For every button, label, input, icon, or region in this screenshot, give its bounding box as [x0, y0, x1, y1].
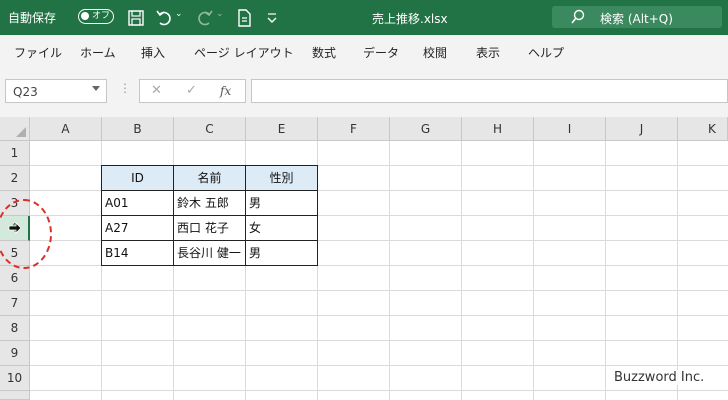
tab-data[interactable]: データ [363, 44, 399, 61]
title-bar: 自動保存 オフ ⌄ ⌄ 売上推移.xlsx 検索 (Alt+Q) [0, 0, 728, 35]
row-header-9[interactable]: 9 [0, 341, 30, 366]
gridline [30, 390, 728, 391]
name-box[interactable]: Q23 [5, 79, 107, 103]
customize-icon[interactable] [262, 8, 282, 28]
autosave-label: 自動保存 [8, 11, 57, 25]
select-all-icon [16, 127, 26, 137]
file-icon[interactable] [234, 8, 254, 28]
undo-dropdown-icon[interactable]: ⌄ [175, 9, 183, 19]
row-header-6[interactable]: 6 [0, 266, 30, 291]
toggle-knob [81, 12, 89, 20]
table-header-gender[interactable]: 性別 [245, 165, 318, 191]
formula-input[interactable] [251, 79, 728, 103]
cancel-icon[interactable]: ✕ [151, 83, 162, 98]
row-select-cursor-icon [8, 222, 22, 234]
column-header-i[interactable]: I [534, 117, 606, 141]
column-header-d[interactable]: E [246, 117, 318, 141]
table-cell[interactable]: 鈴木 五郎 [173, 190, 246, 216]
search-placeholder: 検索 (Alt+Q) [600, 12, 673, 26]
highlight-circle [0, 199, 52, 269]
column-header-k[interactable]: K [678, 117, 728, 141]
gridline [533, 141, 534, 400]
tab-view[interactable]: 表示 [476, 44, 500, 61]
insert-function-icon[interactable]: fx [220, 84, 231, 98]
column-header-h[interactable]: H [462, 117, 534, 141]
tab-formulas[interactable]: 数式 [312, 44, 336, 61]
row-header-11[interactable] [0, 391, 30, 400]
tab-review[interactable]: 校閲 [423, 44, 447, 61]
table-cell[interactable]: 男 [245, 190, 318, 216]
column-header-j[interactable]: J [606, 117, 678, 141]
column-header-a[interactable]: A [30, 117, 102, 141]
autosave-toggle-text: オフ [92, 11, 111, 21]
table-cell[interactable]: 長谷川 健一 [173, 240, 246, 266]
row-header-1[interactable]: 1 [0, 141, 30, 166]
worksheet-grid[interactable]: A B C E F G H I J K 1 2 3 4 5 6 7 8 9 10… [0, 117, 728, 400]
name-box-dropdown-icon[interactable] [92, 86, 100, 91]
tab-help[interactable]: ヘルプ [528, 44, 564, 61]
ribbon-tabs: ファイル ホーム 挿入 ページ レイアウト 数式 データ 校閲 表示 ヘルプ [0, 35, 728, 68]
table-cell[interactable]: 男 [245, 240, 318, 266]
save-icon[interactable] [126, 8, 146, 28]
gridline [30, 365, 728, 366]
table-cell[interactable]: 女 [245, 215, 318, 241]
redo-icon[interactable] [195, 8, 215, 28]
document-title: 売上推移.xlsx [372, 12, 448, 26]
redo-dropdown-icon[interactable]: ⌄ [216, 9, 224, 19]
watermark: Buzzword Inc. [610, 370, 709, 385]
row-header-10[interactable]: 10 [0, 366, 30, 391]
table-cell[interactable]: A01 [101, 190, 174, 216]
enter-icon[interactable]: ✓ [186, 83, 197, 98]
autosave-toggle[interactable]: オフ [78, 9, 114, 24]
undo-icon[interactable] [154, 8, 174, 28]
tab-insert[interactable]: 挿入 [141, 44, 165, 61]
row-header-7[interactable]: 7 [0, 291, 30, 316]
formula-bar-grip-icon: ⋮ [119, 81, 131, 95]
tab-home[interactable]: ホーム [80, 44, 116, 61]
table-cell[interactable]: B14 [101, 240, 174, 266]
tab-file[interactable]: ファイル [14, 44, 62, 61]
tab-page-layout[interactable]: ページ レイアウト [194, 44, 294, 61]
formula-buttons: ✕ ✓ fx [139, 79, 246, 103]
row-header-8[interactable]: 8 [0, 316, 30, 341]
gridline [30, 290, 728, 291]
gridline [605, 141, 606, 400]
column-header-g[interactable]: G [390, 117, 462, 141]
table-cell[interactable]: 西口 花子 [173, 215, 246, 241]
gridline [30, 315, 728, 316]
search-box[interactable]: 検索 (Alt+Q) [552, 6, 722, 28]
select-all-button[interactable] [0, 117, 30, 141]
table-cell[interactable]: A27 [101, 215, 174, 241]
name-box-value: Q23 [13, 85, 38, 99]
column-header-b[interactable]: B [102, 117, 174, 141]
gridline [389, 141, 390, 400]
column-header-f[interactable]: F [318, 117, 390, 141]
search-icon [571, 9, 585, 24]
gridline [30, 340, 728, 341]
formula-bar: Q23 ⋮ ✕ ✓ fx [0, 67, 728, 117]
gridline [677, 141, 678, 400]
table-header-name[interactable]: 名前 [173, 165, 246, 191]
table-header-id[interactable]: ID [101, 165, 174, 191]
row-header-2[interactable]: 2 [0, 166, 30, 191]
column-header-c[interactable]: C [174, 117, 246, 141]
gridline [461, 141, 462, 400]
